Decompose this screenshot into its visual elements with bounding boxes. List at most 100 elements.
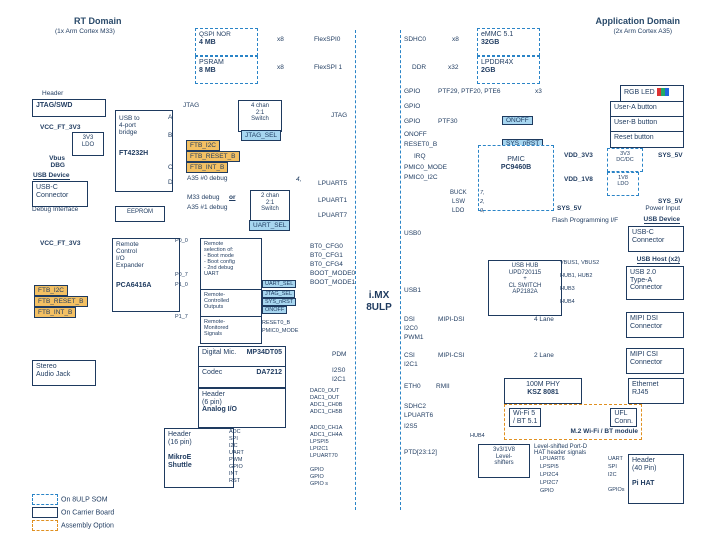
emmc-size: 32GB: [481, 39, 499, 46]
power-input: Power Input: [645, 205, 680, 212]
remote-mon-box: Remote-MonitoredSignals: [200, 316, 262, 344]
gpio-lbl-3: GPIO: [404, 118, 420, 125]
pmic-lsw: LSW: [452, 199, 465, 205]
sdhc2-lbl: SDHC2: [404, 403, 426, 410]
psram-title: PSRAM: [199, 59, 224, 66]
level-shifter-box: 3v3/1V8Level-shifters: [478, 444, 530, 478]
lpuart5-label: LPUART5: [318, 180, 347, 187]
lpddr-size: 2GB: [481, 67, 495, 74]
flash-prog-if: Flash Programming I/F: [552, 217, 618, 224]
boot-mode0: BOOT_MODE0: [310, 270, 355, 277]
diagram-canvas: RT Domain (1x Arm Cortex M33) Applicatio…: [0, 0, 720, 549]
hat-i2c: I2C: [608, 472, 617, 478]
pca6416a-chip: PCA6416A: [116, 282, 176, 290]
qspi-size: 4 MB: [199, 39, 216, 46]
a35-0-debug: A35 #0 debug: [187, 175, 227, 182]
pmic-box: PMIC PC9460B: [478, 145, 554, 211]
hat-gpio: GPIO: [540, 488, 554, 494]
ftb-reset-chip-2: FTB_RESET_B: [34, 296, 88, 307]
qspi-nor-box: QSPI NOR 4 MB: [195, 28, 258, 56]
pdm-label: PDM: [332, 351, 346, 358]
4lane: 4 Lane: [534, 316, 554, 323]
adc1-ch4a: ADC1_CH4A: [310, 432, 342, 438]
rt-domain-title: RT Domain: [74, 16, 122, 26]
sdhc0-label: SDHC0: [404, 36, 426, 43]
jtag-if-label: JTAG: [331, 112, 347, 119]
legend-l1: On 8ULP SOM: [61, 496, 108, 503]
lpi2c1: LPI2C1: [310, 446, 328, 452]
jtag-header-label: Header: [42, 90, 63, 97]
emmc-title: eMMC 5.1: [481, 31, 513, 38]
lpddr-title: LPDDR4X: [481, 59, 513, 66]
legend-som: On 8ULP SOM: [32, 494, 108, 505]
mik-i2c: I2C: [229, 443, 238, 449]
mipi-csi-conn: MIPI CSIConnector: [626, 348, 684, 374]
soc-chip-label: i.MX8ULP: [359, 290, 399, 314]
mik-gpio-if2: GPIO: [310, 474, 324, 480]
ftb-int-chip-1: FTB_INT_B: [186, 162, 228, 173]
dac1-out: DAC1_OUT: [310, 395, 339, 401]
wifi-chip: Wi-Fi 5/ BT 5.1: [509, 408, 541, 427]
port-b: B: [168, 132, 172, 139]
x3-lbl: x3: [535, 88, 542, 95]
pmic-mode-mon: PMIC0_MODE: [262, 328, 298, 334]
1v8-ldo: 1V8LDO: [607, 172, 639, 196]
phy-title: 100M PHY: [526, 381, 560, 388]
eth0-lbl: ETH0: [404, 383, 421, 390]
p1-7: P1_7: [175, 314, 188, 320]
sys-5v-2: SYS_5V: [658, 198, 683, 205]
legend-carrier: On Carrier Board: [32, 507, 114, 518]
qspi-title: QSPI NOR: [199, 31, 231, 38]
pmic-buck: BUCK: [450, 190, 467, 196]
bridge-desc: USB to4-portbridge: [119, 115, 169, 136]
hub4-2: HUB4: [470, 433, 485, 439]
ufl-conn: UFLConn.: [610, 408, 637, 427]
psram-bus: x8: [277, 64, 284, 71]
mikroe-box: Header(16 pin)MikroEShuttle: [164, 428, 234, 488]
usb-typea-box: USB 2.0Type-AConnector: [626, 266, 684, 300]
jtag-sel-chip-1: JTAG_SEL: [241, 130, 281, 141]
usb1-lbl: USB1: [404, 287, 421, 294]
mik-spi: SPI: [229, 436, 238, 442]
flexspi1-label: FlexSPI 1: [314, 64, 342, 71]
reset0-lbl: RESET0_B: [404, 141, 437, 148]
port-a: A: [168, 114, 172, 121]
switch-2ch: 2 chan2:1Switch: [250, 190, 290, 222]
ioexp-desc: RemoteControlI/OExpander: [116, 241, 176, 270]
mik-adc: ADC: [229, 429, 241, 435]
phy-chip: KSZ 8081: [527, 389, 559, 396]
ddr-bus: x32: [448, 64, 458, 71]
bt0-cfg0: BT0_CFG0: [310, 243, 343, 250]
codec-chip: DA7212: [256, 369, 282, 377]
dsi-lbl: DSI: [404, 316, 415, 323]
hat-lpi2c4: LPI2C4: [540, 472, 558, 478]
vcc-ft-3v3-2: VCC_FT_3V3: [40, 240, 80, 247]
or-label: or: [229, 194, 236, 201]
app-domain-title: Application Domain: [595, 16, 680, 26]
mipi-dsi-conn: MIPI DSIConnector: [626, 312, 684, 338]
eth-rj45: EthernetRJ45: [628, 378, 684, 404]
debug-interface-label: Debug Interface: [32, 206, 78, 213]
codec-box: Codec DA7212: [198, 366, 286, 388]
rt-domain-sub: (1x Arm Cortex M33): [55, 28, 115, 35]
psram-box: PSRAM 8 MB: [195, 56, 258, 84]
ftb-reset-chip-1: FTB_RESET_B: [186, 151, 240, 162]
mik-uart: UART: [229, 450, 244, 456]
m2-label: M.2 Wi-Fi / BT module: [508, 428, 638, 435]
pmic-2: 2,: [480, 199, 485, 205]
i2c0-lbl: I2C0: [404, 325, 418, 332]
usb-host-label: USB Host (x2): [637, 256, 680, 264]
gpio-lbl-2: GPIO: [404, 103, 420, 110]
bus-width-4: 4,: [296, 176, 301, 183]
emmc-box: eMMC 5.1 32GB: [477, 28, 540, 56]
bt0-cfg1: BT0_CFG1: [310, 252, 343, 259]
pmic-7: 7,: [480, 190, 485, 196]
pmic-chip: PC9460B: [482, 164, 550, 172]
lpuart70: LPUART70: [310, 453, 338, 459]
ioexp-box: RemoteControlI/OExpander PCA6416A: [112, 238, 180, 312]
hat-lpuart6: LPUART6: [540, 456, 565, 462]
phy-box: 100M PHY KSZ 8081: [504, 378, 582, 404]
onoff-lbl: ONOFF: [404, 131, 427, 138]
ptf29-lbl: PTF29, PTF20, PTE6: [438, 88, 501, 95]
p1-0: P1_0: [175, 282, 188, 288]
